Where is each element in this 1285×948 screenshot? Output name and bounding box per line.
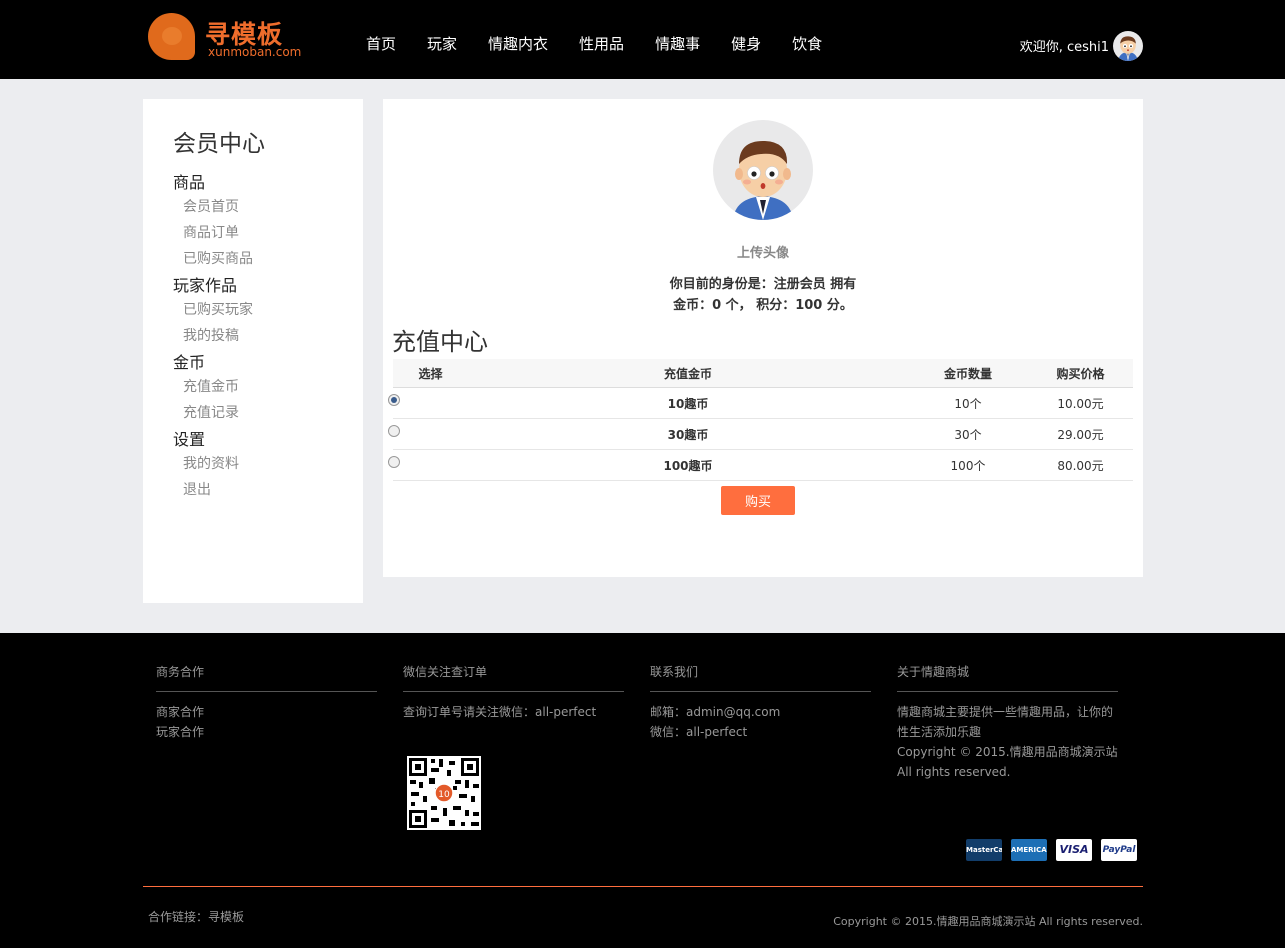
coin-package: 10趣币: [468, 387, 908, 419]
table-header-row: 选择 充值金币 金币数量 购买价格: [393, 359, 1133, 388]
contact-email[interactable]: 邮箱：admin@qq.com: [650, 702, 871, 722]
member-status: 你目前的身份是：注册会员 拥有 金币：0 个， 积分：100 分。: [383, 274, 1143, 316]
coin-package: 100趣币: [468, 449, 908, 481]
coin-quantity: 30个: [908, 418, 1028, 450]
avatar-large-icon[interactable]: [713, 120, 813, 220]
col-header-coins: 充值金币: [468, 359, 908, 388]
coin-quantity: 10个: [908, 387, 1028, 419]
nav-item-food[interactable]: 饮食: [792, 33, 822, 53]
footer-col-title: 商务合作: [156, 663, 377, 692]
amex-icon: AMERICAN EXPRESS: [1011, 839, 1047, 861]
coin-package: 30趣币: [468, 418, 908, 450]
footer-col-title: 微信关注查订单: [403, 663, 624, 692]
footer-col-contact: 联系我们 邮箱：admin@qq.com 微信：all-perfect: [650, 663, 871, 742]
footer-col-title: 关于情趣商城: [897, 663, 1118, 692]
sidebar-menu: 商品 会员首页 商品订单 已购买商品 玩家作品 已购买玩家 我的投稿 金币 充值…: [173, 173, 253, 507]
nav-item-fitness[interactable]: 健身: [731, 33, 761, 53]
table-row[interactable]: 100趣币 100个 80.00元: [387, 449, 1133, 481]
nav-item-player[interactable]: 玩家: [427, 33, 457, 53]
coin-quantity: 100个: [908, 449, 1028, 481]
nav-item-lingerie[interactable]: 情趣内衣: [488, 33, 548, 53]
select-cell: [387, 418, 468, 450]
col-header-select: 选择: [393, 359, 468, 388]
sidebar-item-profile[interactable]: 我的资料: [173, 455, 253, 481]
wechat-hint: 查询订单号请关注微信：all-perfect: [403, 705, 597, 719]
main-nav: 首页 玩家 情趣内衣 性用品 情趣事 健身 饮食: [366, 33, 853, 53]
qr-badge-text: 10: [438, 790, 450, 800]
upload-avatar-link[interactable]: 上传头像: [383, 242, 1143, 261]
sidebar-item-purchased[interactable]: 已购买商品: [173, 250, 253, 276]
sidebar-group-works: 玩家作品: [173, 276, 238, 295]
mastercard-icon: MasterCard: [966, 839, 1002, 861]
sidebar-group-products: 商品: [173, 173, 206, 192]
col-header-quantity: 金币数量: [908, 359, 1028, 388]
visa-icon: VISA: [1056, 839, 1092, 861]
footer-col-business: 商务合作 商家合作 玩家合作: [156, 663, 377, 742]
sidebar-item-logout[interactable]: 退出: [173, 481, 253, 507]
footer-link-player[interactable]: 玩家合作: [156, 722, 377, 742]
logo-text-en: xunmoban.com: [208, 45, 302, 59]
site-logo[interactable]: 寻模板 xunmoban.com: [148, 13, 308, 63]
qr-code-icon: 10: [407, 756, 481, 830]
sidebar-group-coins: 金币: [173, 353, 206, 372]
sidebar-item-orders[interactable]: 商品订单: [173, 224, 253, 250]
nav-item-stories[interactable]: 情趣事: [655, 33, 700, 53]
about-copyright: Copyright © 2015.情趣用品商城演示站 All rights re…: [897, 745, 1118, 779]
recharge-title: 充值中心: [392, 328, 488, 356]
footer-col-title: 联系我们: [650, 663, 871, 692]
nav-item-products[interactable]: 性用品: [579, 33, 624, 53]
sidebar-group-settings: 设置: [173, 430, 206, 449]
sidebar-item-purchased-works[interactable]: 已购买玩家: [173, 301, 253, 327]
site-header: 寻模板 xunmoban.com 首页 玩家 情趣内衣 性用品 情趣事 健身 饮…: [0, 0, 1285, 79]
select-cell: [387, 387, 468, 419]
coins-points-line: 金币：0 个， 积分：100 分。: [673, 298, 853, 313]
sidebar-item-recharge-history[interactable]: 充值记录: [173, 404, 253, 430]
payment-methods: MasterCard AMERICAN EXPRESS VISA PayPal: [966, 839, 1146, 861]
table-row[interactable]: 10趣币 10个 10.00元: [387, 387, 1133, 419]
footer-copyright: Copyright © 2015.情趣用品商城演示站 All rights re…: [833, 915, 1143, 928]
coin-price: 80.00元: [1028, 449, 1133, 481]
sidebar-item-recharge[interactable]: 充值金币: [173, 378, 253, 404]
welcome-text: 欢迎你, ceshi1: [1019, 40, 1109, 55]
sidebar-item-member-home[interactable]: 会员首页: [173, 198, 253, 224]
member-sidebar: 会员中心 商品 会员首页 商品订单 已购买商品 玩家作品 已购买玩家 我的投稿 …: [143, 99, 363, 603]
col-header-price: 购买价格: [1028, 359, 1133, 388]
footer-col-about: 关于情趣商城 情趣商城主要提供一些情趣用品，让你的性生活添加乐趣 Copyrig…: [897, 663, 1118, 782]
coin-price: 29.00元: [1028, 418, 1133, 450]
about-text: 情趣商城主要提供一些情趣用品，让你的性生活添加乐趣: [897, 705, 1114, 739]
contact-wechat: 微信：all-perfect: [650, 725, 748, 739]
radio-button[interactable]: [387, 455, 400, 468]
table-row[interactable]: 30趣币 30个 29.00元: [387, 418, 1133, 450]
logo-icon: [148, 13, 195, 60]
footer-divider: [143, 886, 1143, 887]
paypal-icon: PayPal: [1101, 839, 1137, 861]
buy-button[interactable]: 购买: [721, 486, 795, 515]
identity-line: 你目前的身份是：注册会员 拥有: [669, 277, 857, 292]
partner-links[interactable]: 合作链接：寻模板: [148, 908, 244, 925]
radio-button[interactable]: [387, 424, 400, 437]
recharge-table: 选择 充值金币 金币数量 购买价格 10趣币 10个 10.00元 30趣币 3…: [387, 359, 1133, 481]
site-footer: 商务合作 商家合作 玩家合作 微信关注查订单 查询订单号请关注微信：all-pe…: [0, 633, 1285, 948]
coin-price: 10.00元: [1028, 387, 1133, 419]
footer-col-wechat: 微信关注查订单 查询订单号请关注微信：all-perfect 10: [403, 663, 624, 830]
nav-item-home[interactable]: 首页: [366, 33, 396, 53]
radio-button[interactable]: [387, 393, 400, 406]
select-cell: [387, 449, 468, 481]
sidebar-title: 会员中心: [173, 131, 265, 157]
recharge-panel: 上传头像 你目前的身份是：注册会员 拥有 金币：0 个， 积分：100 分。 充…: [383, 99, 1143, 577]
user-avatar-icon[interactable]: [1113, 31, 1143, 61]
footer-link-merchant[interactable]: 商家合作: [156, 702, 377, 722]
sidebar-item-my-posts[interactable]: 我的投稿: [173, 327, 253, 353]
